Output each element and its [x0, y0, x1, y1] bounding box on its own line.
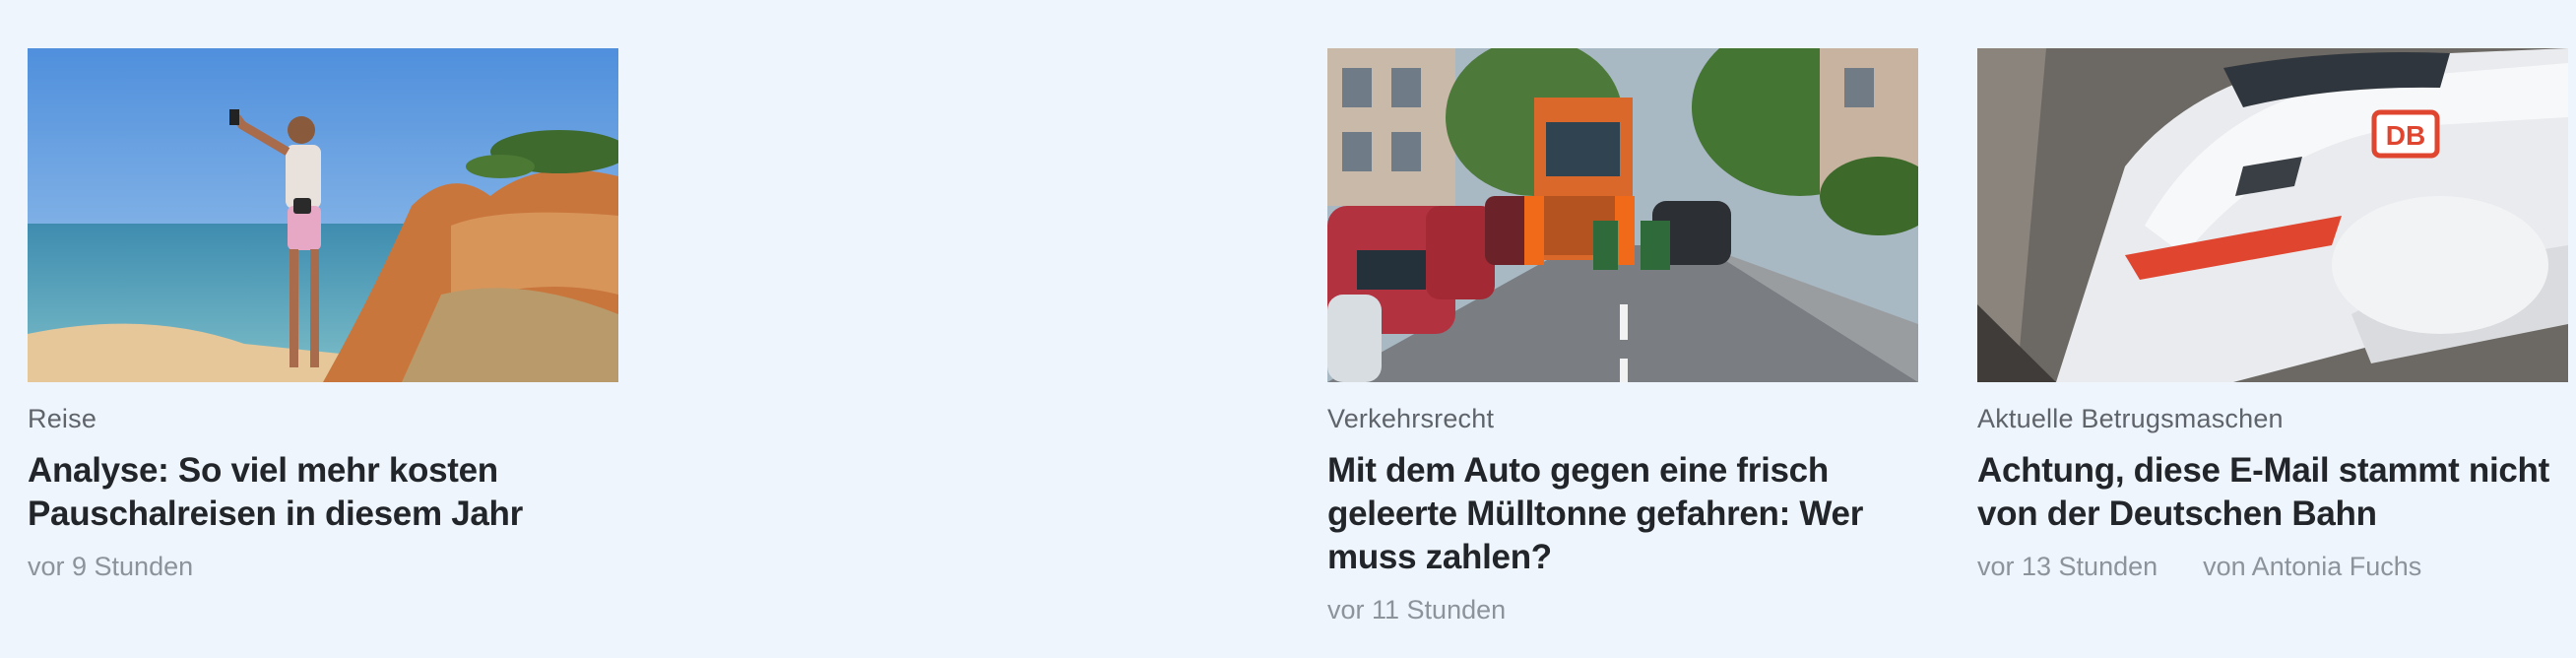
db-ice-train-photo: DB [1977, 48, 2568, 382]
article-timestamp: vor 13 Stunden [1977, 552, 2158, 581]
article-meta: vor 13 Stunden von Antonia Fuchs [1977, 550, 2568, 583]
article-meta: vor 11 Stunden [1327, 593, 1918, 626]
article-headline[interactable]: Mit dem Auto gegen eine frisch geleerte … [1327, 449, 1918, 579]
article-headline[interactable]: Achtung, diese E-Mail stammt nicht von d… [1977, 449, 2568, 536]
article-kicker: Verkehrsrecht [1327, 404, 1495, 433]
beach-selfie-photo [28, 48, 618, 382]
article-image-garbage-truck[interactable] [1327, 48, 1918, 382]
article-card-travel[interactable]: Reise Analyse: So viel mehr kosten Pausc… [28, 48, 618, 583]
article-timestamp: vor 9 Stunden [28, 552, 194, 581]
article-timestamp: vor 11 Stunden [1327, 595, 1507, 625]
article-image-db-train[interactable]: DB [1977, 48, 2568, 382]
article-meta: vor 9 Stunden [28, 550, 618, 583]
article-image-beach-selfie[interactable] [28, 48, 618, 382]
article-kicker: Reise [28, 404, 97, 433]
article-author[interactable]: von Antonia Fuchs [2203, 550, 2421, 583]
article-card-traffic-law[interactable]: Verkehrsrecht Mit dem Auto gegen eine fr… [1327, 48, 1918, 626]
article-kicker: Aktuelle Betrugsmaschen [1977, 404, 2284, 433]
db-logo-text: DB [2386, 120, 2425, 151]
article-card-scam-alert[interactable]: DB Aktuelle Betrugsmaschen Achtung, dies… [1977, 48, 2568, 583]
garbage-truck-street-photo [1327, 48, 1918, 382]
article-headline[interactable]: Analyse: So viel mehr kosten Pauschalrei… [28, 449, 618, 536]
